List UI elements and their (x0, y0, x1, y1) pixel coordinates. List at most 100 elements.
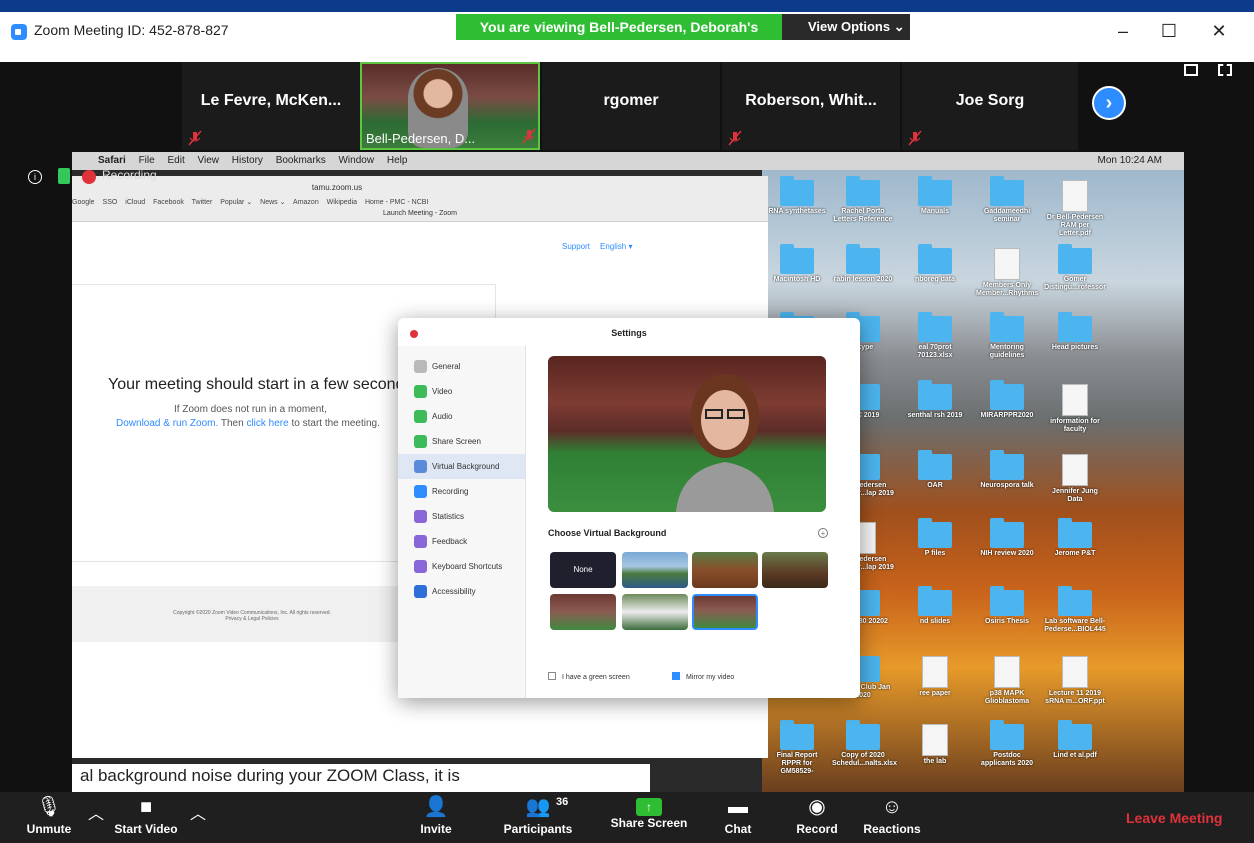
settings-nav-item: Share Screen (398, 429, 525, 454)
desktop-file-icon: nd slides (904, 586, 966, 626)
folder-icon (918, 518, 952, 548)
folder-icon (918, 312, 952, 342)
launch-text: to start the meeting. (288, 418, 380, 429)
settings-nav-icon (414, 385, 427, 398)
recording-dot-icon (82, 170, 96, 184)
browser-tab-title: Launch Meeting - Zoom (383, 210, 457, 217)
settings-nav-item: Video (398, 379, 525, 404)
desktop-file-icon: Final Report RPPR for GM58529- (766, 720, 828, 776)
participant-tile[interactable]: Le Fevre, McKen... (182, 62, 360, 150)
document-icon (1062, 180, 1088, 212)
support-link: Support (562, 242, 591, 251)
encryption-lock-icon[interactable] (58, 168, 70, 184)
settings-nav-icon (414, 535, 427, 548)
desktop-file-icon: Gomer Distingu...rofessor (1044, 244, 1106, 292)
video-options-chevron-icon[interactable]: ︿ (190, 800, 206, 824)
participant-tile[interactable]: rgomer (542, 62, 720, 150)
folder-icon (918, 380, 952, 410)
share-screen-label: Share Screen (610, 816, 688, 830)
maximize-button[interactable]: ☐ (1156, 18, 1182, 44)
window-title: Zoom Meeting ID: 452-878-827 (34, 22, 229, 38)
copyright-text: Copyright ©2020 Zoom Video Communication… (152, 610, 352, 622)
mirror-label: Mirror my video (686, 674, 735, 681)
chat-button[interactable]: ▬ Chat (716, 792, 760, 843)
launch-links: Download & run Zoom. Then click here to … (116, 418, 380, 429)
unmute-button[interactable]: 🎙 Unmute (18, 792, 80, 843)
invite-button[interactable]: 👤 Invite (412, 792, 460, 843)
mac-menu-item: Bookmarks (275, 155, 326, 166)
bookmark: Amazon (293, 199, 319, 206)
video-off-icon: ■ (139, 796, 153, 818)
active-speaker-tile[interactable]: Bell-Pedersen, D... (360, 62, 540, 150)
folder-icon (990, 450, 1024, 480)
bookmark: Twitter (191, 199, 213, 206)
folder-icon (1058, 720, 1092, 750)
layout-switch-icon[interactable] (1183, 64, 1198, 76)
folder-icon (990, 586, 1024, 616)
desktop-file-icon: ree paper (904, 656, 966, 698)
participant-name: Le Fevre, McKen... (200, 92, 342, 109)
info-icon[interactable]: i (28, 170, 42, 184)
language-select: English ▾ (600, 242, 633, 251)
settings-sidebar: General Video Audio Share Screen Virtual Bac… (398, 346, 526, 698)
background-option-horses (692, 552, 758, 588)
settings-nav-item: Audio (398, 404, 525, 429)
desktop-file-icon: Lab software Bell-Pederse...BIOL445 (1044, 586, 1106, 634)
folder-icon (990, 720, 1024, 750)
settings-nav-item: Recording (398, 479, 525, 504)
add-background-icon: + (818, 528, 828, 538)
mac-menu-item: File (138, 155, 155, 166)
mirror-video-checkbox: Mirror my video (672, 672, 734, 681)
participant-tile[interactable]: Joe Sorg (902, 62, 1078, 150)
settings-nav-label: Share Screen (432, 437, 481, 446)
share-screen-button[interactable]: ↑ Share Screen (608, 792, 690, 843)
desktop-file-icon: Osiris Thesis (976, 586, 1038, 626)
desktop-file-icon: OAR (904, 450, 966, 490)
leave-meeting-button[interactable]: Leave Meeting (1126, 810, 1222, 826)
background-option-bears (762, 552, 828, 588)
desktop-file-icon: the lab (904, 724, 966, 766)
settings-nav-icon (414, 410, 427, 423)
start-video-button[interactable]: ■ Start Video (106, 792, 186, 843)
choose-background-label: Choose Virtual Background (548, 528, 667, 538)
download-link: Download & run Zoom. (116, 418, 219, 429)
desktop-file-label: nd slides (919, 618, 951, 625)
bookmark: iCloud (125, 199, 146, 206)
green-screen-checkbox: I have a green screen (548, 672, 630, 681)
fullscreen-icon[interactable] (1218, 64, 1232, 76)
next-page-arrow-icon[interactable]: › (1092, 86, 1126, 120)
desktop-file-icon: NIH review 2020 (976, 518, 1038, 558)
desktop-file-label: Members Only Member...Rhythms (976, 282, 1039, 297)
view-options-button[interactable]: View Options ⌄ (782, 14, 910, 40)
document-icon (922, 724, 948, 756)
recording-label: Recording (102, 168, 157, 182)
muted-mic-icon (188, 130, 202, 146)
desktop-file-icon: p38 MAPK Glioblastoma (976, 656, 1038, 706)
presenter-video (676, 374, 774, 512)
desktop-file-label: Head pictures (1051, 344, 1099, 351)
mac-menu-item: Safari (98, 155, 126, 166)
desktop-file-icon: Jerome P&T (1044, 518, 1106, 558)
folder-icon (990, 176, 1024, 206)
strip-controls (1183, 62, 1232, 81)
desktop-file-icon: information for faculty (1044, 384, 1106, 434)
folder-icon (1058, 312, 1092, 342)
muted-mic-icon (522, 128, 536, 144)
record-button[interactable]: ◉ Record (792, 792, 842, 843)
audio-options-chevron-icon[interactable]: ︿ (88, 800, 104, 824)
desktop-file-label: NIH review 2020 (980, 550, 1034, 557)
meeting-toolbar: 🎙 Unmute ︿ ■ Start Video ︿ 👤 Invite 👥 Pa… (0, 792, 1254, 843)
launch-hint: If Zoom does not run in a moment, (174, 404, 327, 415)
desktop-file-label: ree paper (919, 690, 951, 697)
folder-icon (918, 244, 952, 274)
launch-message: Your meeting should start in a few secon… (108, 376, 426, 393)
desktop-file-label: OAR (927, 482, 943, 489)
desktop-file-icon: Neurospora talk (976, 450, 1038, 490)
close-button[interactable]: ✕ (1206, 18, 1232, 44)
minimize-button[interactable]: – (1110, 18, 1136, 44)
desktop-file-label: Jennifer Jung Data (1052, 488, 1098, 503)
folder-icon (1058, 518, 1092, 548)
participant-tile[interactable]: Roberson, Whit... (722, 62, 900, 150)
desktop-file-icon: senthal rsh 2019 (904, 380, 966, 420)
reactions-button[interactable]: ☺ Reactions (860, 792, 924, 843)
